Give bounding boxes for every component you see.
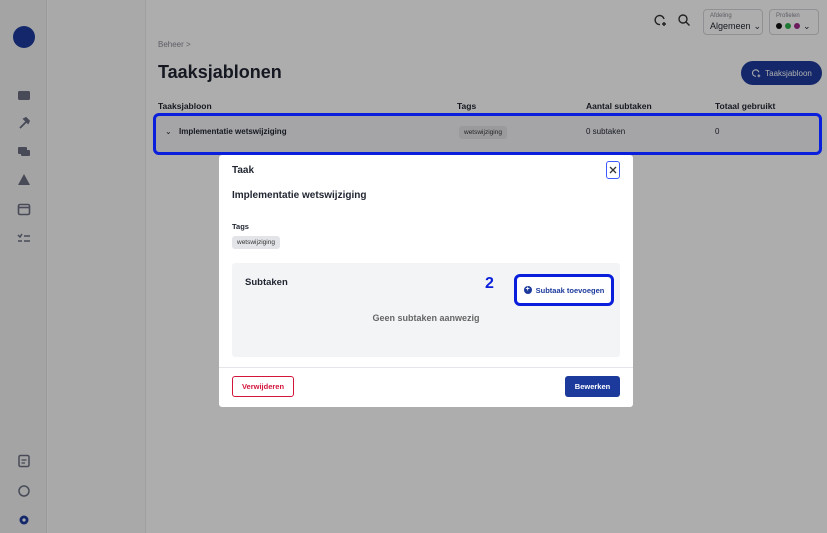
edit-button[interactable]: Bewerken	[565, 376, 620, 397]
task-name: Implementatie wetswijziging	[232, 190, 367, 201]
divider	[219, 367, 633, 368]
tag-badge: wetswijziging	[232, 236, 280, 249]
close-button[interactable]	[606, 161, 620, 179]
add-subtask-button[interactable]: + Subtaak toevoegen	[514, 274, 614, 306]
task-modal: Taak Implementatie wetswijziging Tags we…	[219, 155, 633, 407]
empty-state-text: Geen subtaken aanwezig	[372, 313, 480, 323]
tags-label: Tags	[232, 222, 249, 231]
delete-button[interactable]: Verwijderen	[232, 376, 294, 397]
modal-title: Taak	[232, 165, 255, 176]
close-icon	[609, 166, 617, 174]
subtasks-section: Subtaken 2 + Subtaak toevoegen Geen subt…	[232, 263, 620, 357]
plus-circle-icon: +	[523, 286, 532, 294]
add-subtask-label: Subtaak toevoegen	[535, 285, 605, 295]
row-highlight	[153, 113, 822, 155]
subtasks-title: Subtaken	[245, 277, 288, 288]
step-number: 2	[485, 275, 494, 292]
